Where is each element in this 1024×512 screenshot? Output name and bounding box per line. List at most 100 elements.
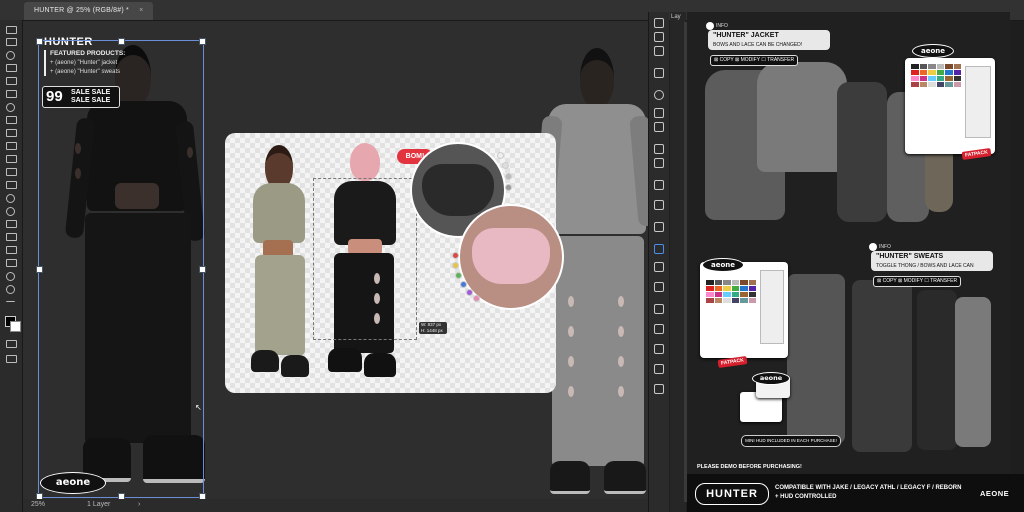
actions-panel-icon[interactable] bbox=[654, 262, 664, 272]
eyedropper-icon[interactable] bbox=[5, 101, 17, 112]
move-tool-icon[interactable] bbox=[5, 24, 17, 34]
brushes-panel-icon[interactable] bbox=[654, 122, 664, 132]
aeone-logo: aeone bbox=[912, 44, 954, 58]
character-panel-icon[interactable] bbox=[654, 144, 664, 154]
swatches-panel-icon[interactable] bbox=[654, 244, 664, 254]
channels-panel-icon[interactable] bbox=[654, 304, 664, 314]
blur-tool-icon[interactable] bbox=[5, 192, 17, 203]
sweats-permissions: ⊠ COPY ⊠ MODIFY ☐ TRANSFER bbox=[873, 276, 962, 287]
transform-handle[interactable] bbox=[36, 38, 43, 45]
mouse-cursor-icon: ↖ bbox=[195, 403, 202, 412]
timeline-panel-icon[interactable] bbox=[654, 344, 664, 354]
zoom-level[interactable]: 25% bbox=[31, 501, 45, 508]
jacket-title: "HUNTER" JACKET bbox=[713, 32, 779, 39]
document-tab-label: HUNTER @ 25% (RGB/8#) * bbox=[34, 7, 129, 14]
navigator-panel-icon[interactable] bbox=[654, 384, 664, 394]
color-dot bbox=[473, 295, 480, 302]
color-dot bbox=[452, 262, 459, 269]
compatibility-text: COMPATIBLE WITH JAKE / LEGACY ATHL / LEG… bbox=[775, 485, 962, 491]
close-tab-icon[interactable]: × bbox=[139, 7, 143, 14]
type-tool-icon[interactable] bbox=[5, 231, 17, 241]
zoom-tool-icon[interactable] bbox=[5, 283, 17, 294]
jacket-light bbox=[757, 62, 847, 172]
color-dot bbox=[497, 152, 504, 159]
transform-handle[interactable] bbox=[118, 38, 125, 45]
sweats-title: "HUNTER" SWEATS bbox=[876, 253, 944, 260]
transform-handle[interactable] bbox=[36, 266, 43, 273]
jacket-info-box: "HUNTER" JACKET BOWS AND LACE CAN BE CHA… bbox=[708, 30, 830, 50]
color-dot bbox=[505, 184, 512, 191]
properties-panel-icon[interactable] bbox=[654, 32, 664, 42]
tools-panel bbox=[0, 20, 23, 512]
dashed-selection bbox=[313, 178, 417, 340]
sweats-black bbox=[917, 290, 957, 450]
history-panel-icon[interactable] bbox=[654, 18, 664, 28]
notes-panel-icon[interactable] bbox=[654, 222, 664, 232]
demo-note: PLEASE DEMO BEFORE PURCHASING! bbox=[697, 464, 802, 470]
background-color-swatch[interactable] bbox=[10, 321, 21, 332]
aeone-logo: aeone bbox=[752, 372, 790, 385]
document-tab[interactable]: HUNTER @ 25% (RGB/8#) * × bbox=[24, 2, 154, 20]
dodge-tool-icon[interactable] bbox=[5, 205, 17, 216]
history-brush-icon[interactable] bbox=[5, 153, 17, 163]
minihud-note: MINI HUD INCLUDED IN EACH PURCHASE! bbox=[741, 435, 841, 447]
adjustments-panel-icon[interactable] bbox=[654, 108, 664, 118]
transform-handle[interactable] bbox=[199, 266, 206, 273]
hand-tool-icon[interactable] bbox=[5, 270, 17, 281]
info-label: INFO bbox=[716, 23, 728, 29]
sweats-light bbox=[955, 297, 991, 447]
magic-wand-icon[interactable] bbox=[5, 62, 17, 72]
info-icon bbox=[869, 243, 877, 251]
selection-bounding-box[interactable] bbox=[36, 38, 206, 500]
aeone-logo: aeone bbox=[702, 258, 744, 272]
libraries-panel-icon[interactable] bbox=[654, 200, 664, 210]
size-height: H: 1448 px bbox=[421, 328, 443, 333]
jacket-sleeve-dark bbox=[837, 82, 887, 222]
camo-outfit-figure bbox=[243, 145, 313, 385]
more-tools-icon[interactable] bbox=[5, 296, 17, 306]
status-bar: 25% 1 Layer › bbox=[23, 499, 648, 512]
gradient-tool-icon[interactable] bbox=[5, 179, 17, 189]
info-panel-icon[interactable] bbox=[654, 90, 664, 100]
layers-panel-label: Lay bbox=[671, 14, 681, 20]
marquee-tool-icon[interactable] bbox=[5, 36, 17, 46]
eraser-tool-icon[interactable] bbox=[5, 166, 17, 176]
color-dot bbox=[502, 162, 509, 169]
info-label: INFO bbox=[879, 244, 891, 250]
comments-panel-icon[interactable] bbox=[654, 46, 664, 56]
sweats-dark bbox=[852, 280, 912, 452]
brush-tool-icon[interactable] bbox=[5, 127, 17, 137]
jacket-subtitle: BOWS AND LACE CAN BE CHANGED! bbox=[713, 42, 803, 48]
styles-panel-icon[interactable] bbox=[654, 324, 664, 334]
sweats-subtitle: TOGGLE THONG / BOWS AND LACE CAN bbox=[876, 263, 974, 269]
color-panel-icon[interactable] bbox=[654, 68, 664, 78]
screen-mode-icon[interactable] bbox=[5, 353, 17, 363]
sweats-fatpack-hud bbox=[700, 262, 788, 358]
rectangle-tool-icon[interactable] bbox=[5, 257, 17, 267]
color-dot bbox=[505, 173, 512, 180]
jacket-permissions: ⊠ COPY ⊠ MODIFY ☐ TRANSFER bbox=[710, 55, 799, 66]
panel-icon-strip bbox=[648, 12, 669, 512]
color-dot bbox=[466, 289, 473, 296]
pink-shorts-closeup bbox=[458, 204, 564, 310]
paths-panel-icon[interactable] bbox=[654, 282, 664, 292]
healing-brush-icon[interactable] bbox=[5, 114, 17, 124]
crop-tool-icon[interactable] bbox=[5, 75, 17, 85]
quick-mask-icon[interactable] bbox=[5, 338, 17, 348]
frame-tool-icon[interactable] bbox=[5, 88, 17, 98]
color-dot bbox=[460, 281, 467, 288]
hunter-name-pill: HUNTER bbox=[695, 483, 769, 505]
size-tooltip: W: 837 px H: 1448 px bbox=[419, 322, 447, 334]
paragraph-panel-icon[interactable] bbox=[654, 158, 664, 168]
clone-stamp-icon[interactable] bbox=[5, 140, 17, 150]
path-select-icon[interactable] bbox=[5, 244, 17, 254]
info-icon bbox=[706, 22, 714, 30]
sweats-info-box: "HUNTER" SWEATS TOGGLE THONG / BOWS AND … bbox=[871, 251, 993, 271]
layer-comps-panel-icon[interactable] bbox=[654, 364, 664, 374]
transform-handle[interactable] bbox=[199, 38, 206, 45]
glyphs-panel-icon[interactable] bbox=[654, 180, 664, 190]
lasso-tool-icon[interactable] bbox=[5, 49, 17, 60]
status-chevron-icon[interactable]: › bbox=[138, 501, 140, 508]
sweats-gray bbox=[787, 274, 845, 444]
pen-tool-icon[interactable] bbox=[5, 218, 17, 228]
